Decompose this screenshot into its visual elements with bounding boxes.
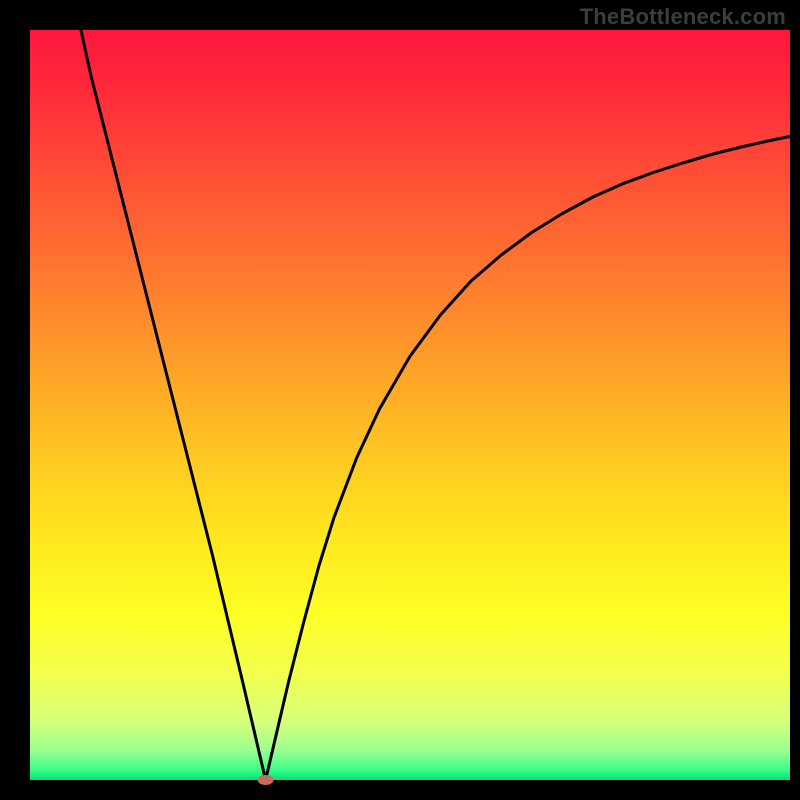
- bottleneck-chart: [0, 0, 800, 800]
- watermark-label: TheBottleneck.com: [580, 4, 786, 30]
- chart-frame: TheBottleneck.com: [0, 0, 800, 800]
- plot-background: [30, 30, 790, 780]
- optimum-marker: [258, 775, 274, 785]
